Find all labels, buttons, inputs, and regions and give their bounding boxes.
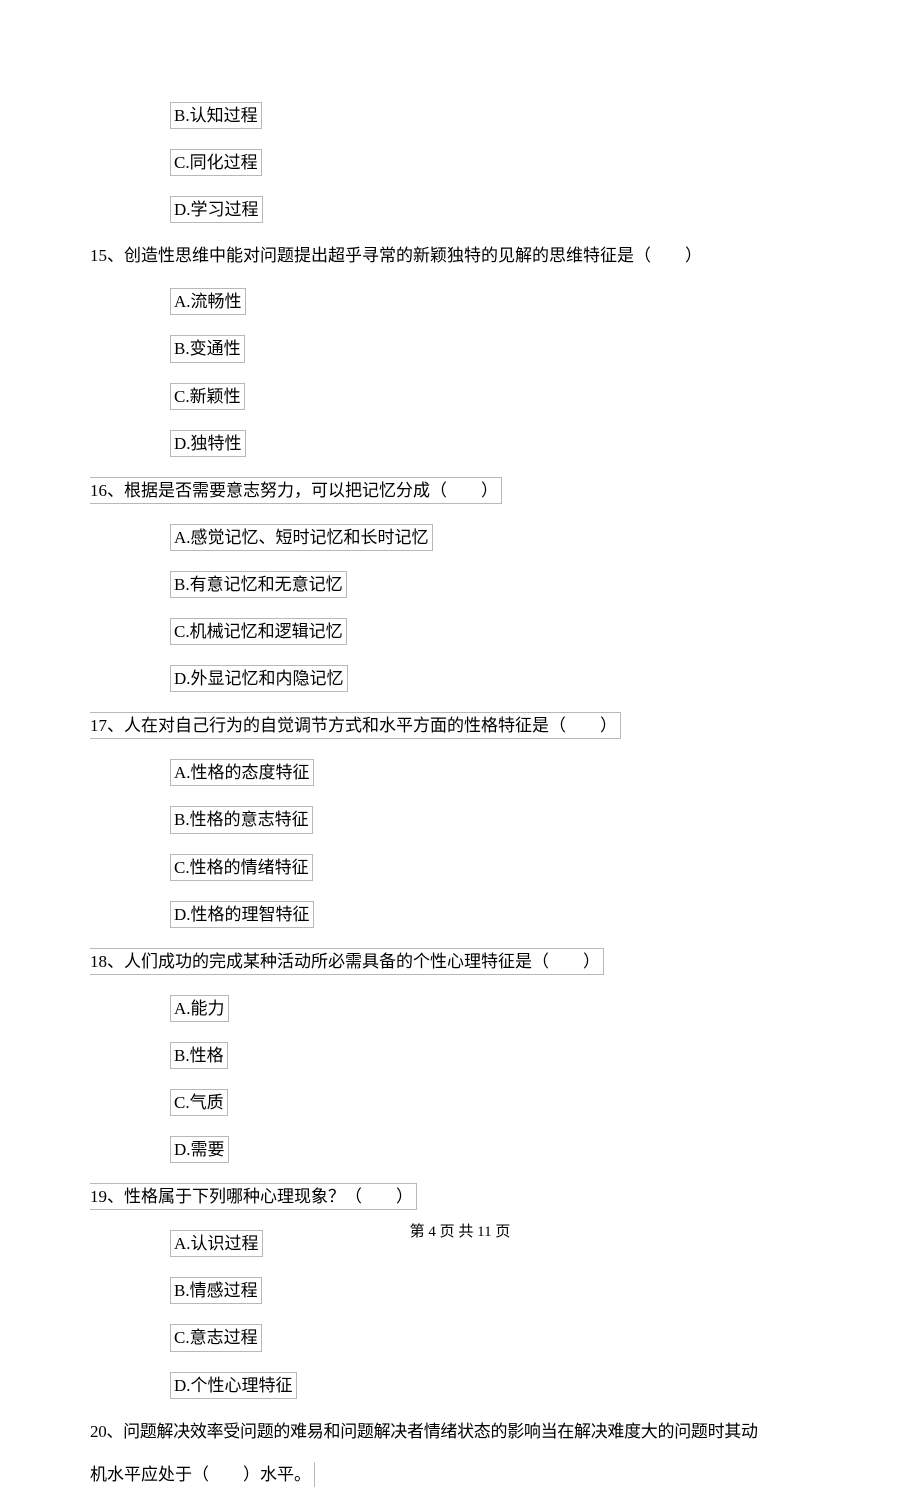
option-text: B.性格: [170, 1042, 228, 1069]
option-text: C.意志过程: [170, 1324, 262, 1351]
q19-option-d: D.个性心理特征: [170, 1372, 830, 1399]
option-text: C.新颖性: [170, 383, 245, 410]
q15-option-a: A.流畅性: [170, 288, 830, 315]
page-footer: 第 4 页 共 11 页: [0, 1225, 920, 1240]
question-text: 16、根据是否需要意志努力，可以把记忆分成（ ）: [90, 477, 502, 504]
option-text: D.需要: [170, 1136, 229, 1163]
q18-option-c: C.气质: [170, 1089, 830, 1116]
q14-option-d: D.学习过程: [170, 196, 830, 223]
question-text: 15、创造性思维中能对问题提出超乎寻常的新颖独特的见解的思维特征是（ ）: [90, 243, 702, 268]
option-text: D.性格的理智特征: [170, 901, 314, 928]
page-content: B.认知过程 C.同化过程 D.学习过程 15、创造性思维中能对问题提出超乎寻常…: [0, 0, 920, 1487]
q18-option-d: D.需要: [170, 1136, 830, 1163]
option-text: C.性格的情绪特征: [170, 854, 313, 881]
q17-option-a: A.性格的态度特征: [170, 759, 830, 786]
question-text: 18、人们成功的完成某种活动所必需具备的个性心理特征是（ ）: [90, 948, 604, 975]
q16-stem: 16、根据是否需要意志努力，可以把记忆分成（ ）: [90, 477, 830, 504]
q19-option-b: B.情感过程: [170, 1277, 830, 1304]
q16-option-d: D.外显记忆和内隐记忆: [170, 665, 830, 692]
option-text: B.变通性: [170, 335, 245, 362]
question-text: 20、问题解决效率受问题的难易和问题解决者情绪状态的影响当在解决难度大的问题时其…: [90, 1419, 758, 1444]
option-text: D.独特性: [170, 430, 246, 457]
q16-option-c: C.机械记忆和逻辑记忆: [170, 618, 830, 645]
q17-option-d: D.性格的理智特征: [170, 901, 830, 928]
option-text: B.情感过程: [170, 1277, 262, 1304]
option-text: D.个性心理特征: [170, 1372, 297, 1399]
option-text: C.同化过程: [170, 149, 262, 176]
q20-stem-line2: 机水平应处于（ ）水平。: [90, 1462, 830, 1487]
q15-stem: 15、创造性思维中能对问题提出超乎寻常的新颖独特的见解的思维特征是（ ）: [90, 243, 830, 268]
q14-option-b: B.认知过程: [170, 102, 830, 129]
q17-option-c: C.性格的情绪特征: [170, 854, 830, 881]
q20-stem-line1: 20、问题解决效率受问题的难易和问题解决者情绪状态的影响当在解决难度大的问题时其…: [90, 1419, 830, 1444]
option-text: A.感觉记忆、短时记忆和长时记忆: [170, 524, 433, 551]
q17-stem: 17、人在对自己行为的自觉调节方式和水平方面的性格特征是（ ）: [90, 712, 830, 739]
q19-option-c: C.意志过程: [170, 1324, 830, 1351]
question-text: 19、性格属于下列哪种心理现象？（ ）: [90, 1183, 417, 1210]
option-text: A.性格的态度特征: [170, 759, 314, 786]
option-text: A.能力: [170, 995, 229, 1022]
option-text: B.性格的意志特征: [170, 806, 313, 833]
option-text: A.流畅性: [170, 288, 246, 315]
option-text: D.外显记忆和内隐记忆: [170, 665, 348, 692]
q15-option-d: D.独特性: [170, 430, 830, 457]
q15-option-c: C.新颖性: [170, 383, 830, 410]
q15-option-b: B.变通性: [170, 335, 830, 362]
q18-option-a: A.能力: [170, 995, 830, 1022]
question-text: 机水平应处于（ ）水平。: [90, 1462, 315, 1487]
question-text: 17、人在对自己行为的自觉调节方式和水平方面的性格特征是（ ）: [90, 712, 621, 739]
option-text: B.有意记忆和无意记忆: [170, 571, 347, 598]
q18-stem: 18、人们成功的完成某种活动所必需具备的个性心理特征是（ ）: [90, 948, 830, 975]
q16-option-b: B.有意记忆和无意记忆: [170, 571, 830, 598]
q17-option-b: B.性格的意志特征: [170, 806, 830, 833]
option-text: C.机械记忆和逻辑记忆: [170, 618, 347, 645]
q14-option-c: C.同化过程: [170, 149, 830, 176]
q19-stem: 19、性格属于下列哪种心理现象？（ ）: [90, 1183, 830, 1210]
option-text: D.学习过程: [170, 196, 263, 223]
q18-option-b: B.性格: [170, 1042, 830, 1069]
option-text: C.气质: [170, 1089, 228, 1116]
option-text: B.认知过程: [170, 102, 262, 129]
q16-option-a: A.感觉记忆、短时记忆和长时记忆: [170, 524, 830, 551]
